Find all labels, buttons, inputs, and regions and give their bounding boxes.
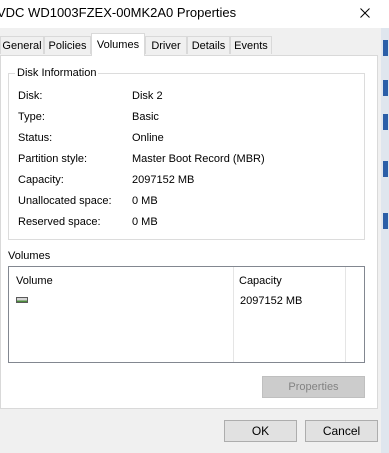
disk-information-legend: Disk Information: [15, 67, 99, 79]
close-icon: [360, 8, 370, 18]
capacity-label: Capacity:: [18, 174, 64, 186]
column-header-volume[interactable]: Volume: [16, 275, 53, 287]
status-value: Online: [132, 132, 164, 144]
column-separator[interactable]: [233, 267, 234, 362]
tab-details[interactable]: Details: [187, 36, 230, 54]
drive-icon: [16, 297, 28, 303]
column-separator[interactable]: [345, 267, 346, 362]
window-title: VDC WD1003FZEX-00MK2A0 Properties: [0, 5, 237, 20]
volumes-caption: Volumes: [8, 250, 51, 262]
tab-volumes[interactable]: Volumes: [91, 33, 145, 56]
capacity-value: 2097152 MB: [132, 174, 195, 186]
status-label: Status:: [18, 132, 53, 144]
column-header-capacity[interactable]: Capacity: [239, 275, 282, 287]
reserved-space-label: Reserved space:: [18, 216, 101, 228]
type-label: Type:: [18, 111, 45, 123]
partition-style-value: Master Boot Record (MBR): [132, 153, 265, 165]
tab-policies[interactable]: Policies: [44, 36, 91, 54]
tab-general[interactable]: General: [0, 36, 44, 54]
type-value: Basic: [132, 111, 159, 123]
partition-style-label: Partition style:: [18, 153, 88, 165]
title-bar: VDC WD1003FZEX-00MK2A0 Properties: [0, 0, 389, 28]
close-button[interactable]: [352, 1, 378, 25]
unallocated-space-value: 0 MB: [132, 195, 158, 207]
reserved-space-value: 0 MB: [132, 216, 158, 228]
disk-value: Disk 2: [132, 90, 163, 102]
tab-events[interactable]: Events: [230, 36, 272, 54]
volumes-list[interactable]: [8, 266, 365, 363]
volume-capacity[interactable]: 2097152 MB: [240, 295, 302, 307]
ok-button[interactable]: OK: [224, 420, 297, 442]
disk-label: Disk:: [18, 90, 43, 102]
tab-driver[interactable]: Driver: [145, 36, 187, 54]
cancel-button[interactable]: Cancel: [305, 420, 378, 442]
background-window-edge: [381, 28, 389, 453]
unallocated-space-label: Unallocated space:: [18, 195, 112, 207]
properties-button[interactable]: Properties: [262, 376, 365, 398]
